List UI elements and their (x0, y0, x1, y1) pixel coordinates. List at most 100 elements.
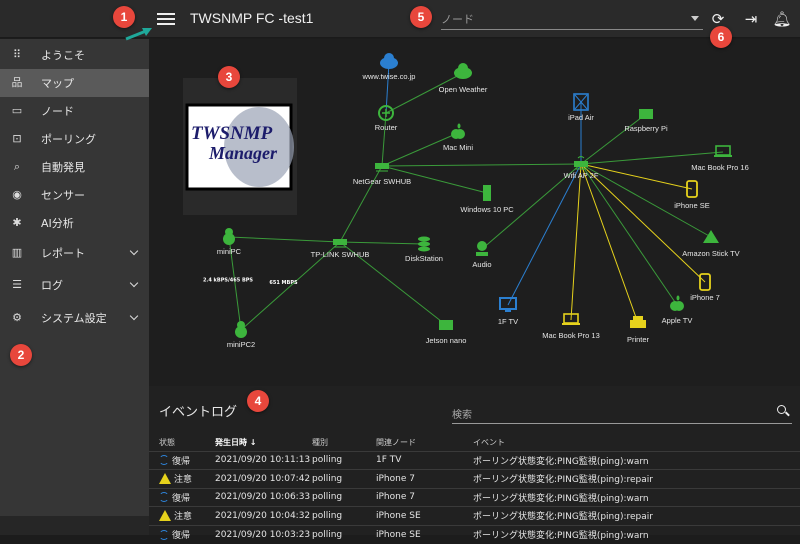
map-node[interactable]: Raspberry Pi (624, 109, 668, 133)
node-cell: iPhone SE (376, 506, 473, 525)
node-label: Router (375, 123, 398, 132)
node-select[interactable]: ノード (441, 8, 703, 30)
map-line[interactable] (339, 241, 425, 245)
logout-icon[interactable]: ⇥ (741, 9, 761, 29)
map-node[interactable]: NetGear SWHUB (353, 163, 411, 186)
event-log-title: イベントログ (159, 405, 238, 420)
search-placeholder: 検索 (452, 410, 472, 421)
search-input[interactable]: 検索 (452, 402, 792, 424)
node-label: Apple TV (662, 316, 693, 325)
app-title: TWSNMP FC -test1 (190, 10, 314, 26)
type-cell: polling (312, 524, 376, 544)
board-icon (439, 320, 453, 330)
node-label: miniPC2 (227, 340, 255, 349)
apps-icon: ⠿ (12, 48, 22, 61)
sidebar-item-label: ノード (41, 105, 74, 118)
sensor-icon: ◉ (12, 188, 22, 201)
map-node[interactable]: Open Weather (439, 63, 488, 94)
map-line[interactable] (381, 163, 582, 167)
svg-text:Manager: Manager (208, 143, 278, 163)
node-label: TP-LINK SWHUB (311, 250, 370, 259)
map-node[interactable]: Apple TV (662, 295, 693, 326)
callout-badge: 2 (10, 344, 32, 366)
map-node[interactable]: Jetson nano (426, 320, 467, 345)
sidebar-item-10[interactable]: ⚙ システム設定 (0, 304, 149, 332)
col-type[interactable]: 種別 (312, 434, 376, 451)
line-label: 2.4 kBPS/465 BPS (203, 278, 253, 284)
map-node[interactable]: Mac Book Pro 16 (691, 145, 749, 172)
table-row[interactable]: 復帰 2021/09/20 10:11:13 polling 1F TV ポーリ… (149, 450, 800, 470)
map-line[interactable] (580, 163, 639, 324)
laptop-icon (714, 145, 732, 157)
chevron-down-icon[interactable] (129, 246, 139, 256)
time-cell: 2021/09/20 10:11:13 (215, 450, 312, 470)
menu-icon[interactable] (157, 10, 175, 26)
sidebar-item-8[interactable]: ▥ レポート (0, 239, 149, 267)
node-label: iPhone SE (674, 201, 709, 210)
bell-icon[interactable]: 🔔︎ (772, 9, 792, 29)
map-line[interactable] (580, 163, 678, 306)
chart-icon: ▥ (11, 246, 23, 259)
map-node[interactable]: 1F TV (498, 297, 518, 326)
chevron-down-icon[interactable] (129, 278, 139, 288)
col-time[interactable]: 発生日時 ↓ (215, 434, 312, 451)
node-cell: iPhone 7 (376, 469, 473, 488)
table-row[interactable]: 復帰 2021/09/20 10:03:23 polling iPhone SE… (149, 524, 800, 544)
map-node[interactable]: miniPC (217, 228, 242, 256)
map-node[interactable]: iPhone 7 (690, 273, 720, 302)
node-cell: 1F TV (376, 450, 473, 470)
map-node[interactable]: Windows 10 PC (460, 185, 514, 214)
ai-icon: ✱ (12, 216, 22, 229)
col-node[interactable]: 関連ノード (376, 434, 473, 451)
node-label: 1F TV (498, 317, 518, 326)
network-map[interactable]: TWSNMP Manager 651 MBPS 2.4 kBPS/465 BPS www… (149, 39, 800, 386)
callout-badge: 1 (113, 6, 135, 28)
sync-icon (159, 492, 169, 503)
map-node[interactable]: DiskStation (405, 236, 443, 264)
sidebar-item-label: ポーリング (41, 133, 96, 146)
sidebar-item-label: 自動発見 (41, 161, 85, 174)
map-node[interactable]: Router (375, 105, 398, 132)
map-node[interactable]: Printer (627, 316, 650, 344)
map-node[interactable]: www.twise.co.jp (362, 53, 416, 81)
chevron-down-icon[interactable] (129, 311, 139, 321)
sidebar: ⠿ ようこそ品 マップ ▭ ノード ⊡ ポーリング ⌕ 自動発見 ◉ センサー ✱ AI分析 ▥ レポート ☰… (0, 39, 149, 516)
cloud-icon (454, 63, 472, 79)
sidebar-item-9[interactable]: ☰ ログ (0, 271, 149, 299)
map-node[interactable]: Audio (472, 241, 492, 269)
sidebar-item-label: マップ (41, 77, 74, 90)
discover-icon: ⌕ (13, 160, 21, 173)
table-row[interactable]: 注意 2021/09/20 10:07:42 polling iPhone 7 … (149, 469, 800, 488)
map-node[interactable]: miniPC2 (227, 321, 255, 349)
sidebar-item-7[interactable]: ✱ AI分析 (0, 209, 149, 237)
map-line[interactable] (228, 236, 341, 243)
sidebar-item-1[interactable]: ⠿ ようこそ (0, 41, 149, 69)
state-text: 注意 (174, 475, 193, 486)
node-label: www.twise.co.jp (362, 72, 416, 81)
sidebar-item-3[interactable]: ▭ ノード (0, 97, 149, 125)
col-state[interactable]: 状態 (149, 434, 215, 451)
sidebar-item-4[interactable]: ⊡ ポーリング (0, 125, 149, 153)
switch-icon (375, 163, 389, 172)
apple-icon (451, 123, 465, 139)
col-event[interactable]: イベント (473, 434, 800, 451)
map-line[interactable] (570, 163, 582, 321)
search-icon[interactable] (777, 405, 786, 414)
table-row[interactable]: 復帰 2021/09/20 10:06:33 polling iPhone 7 … (149, 487, 800, 507)
map-canvas[interactable]: TWSNMPManager 651 MBPS 2.4 kBPS/465 BPS www… (149, 39, 800, 386)
map-node[interactable]: iPhone SE (674, 180, 710, 210)
gear-icon: ⚙ (12, 311, 22, 324)
printer-icon (630, 316, 646, 328)
sidebar-item-2[interactable]: 品 マップ (0, 69, 149, 97)
map-node[interactable]: Amazon Stick TV (682, 230, 740, 258)
sidebar-item-5[interactable]: ⌕ 自動発見 (0, 153, 149, 181)
desktop-icon (483, 185, 491, 201)
node-label: iPhone 7 (690, 293, 720, 302)
sidebar-item-6[interactable]: ◉ センサー (0, 181, 149, 209)
type-cell: polling (312, 469, 376, 488)
table-row[interactable]: 注意 2021/09/20 10:04:32 polling iPhone SE… (149, 506, 800, 525)
node-label: Open Weather (439, 85, 488, 94)
time-cell: 2021/09/20 10:04:32 (215, 506, 312, 525)
node-cell: iPhone 7 (376, 487, 473, 507)
map-line[interactable] (507, 163, 582, 306)
